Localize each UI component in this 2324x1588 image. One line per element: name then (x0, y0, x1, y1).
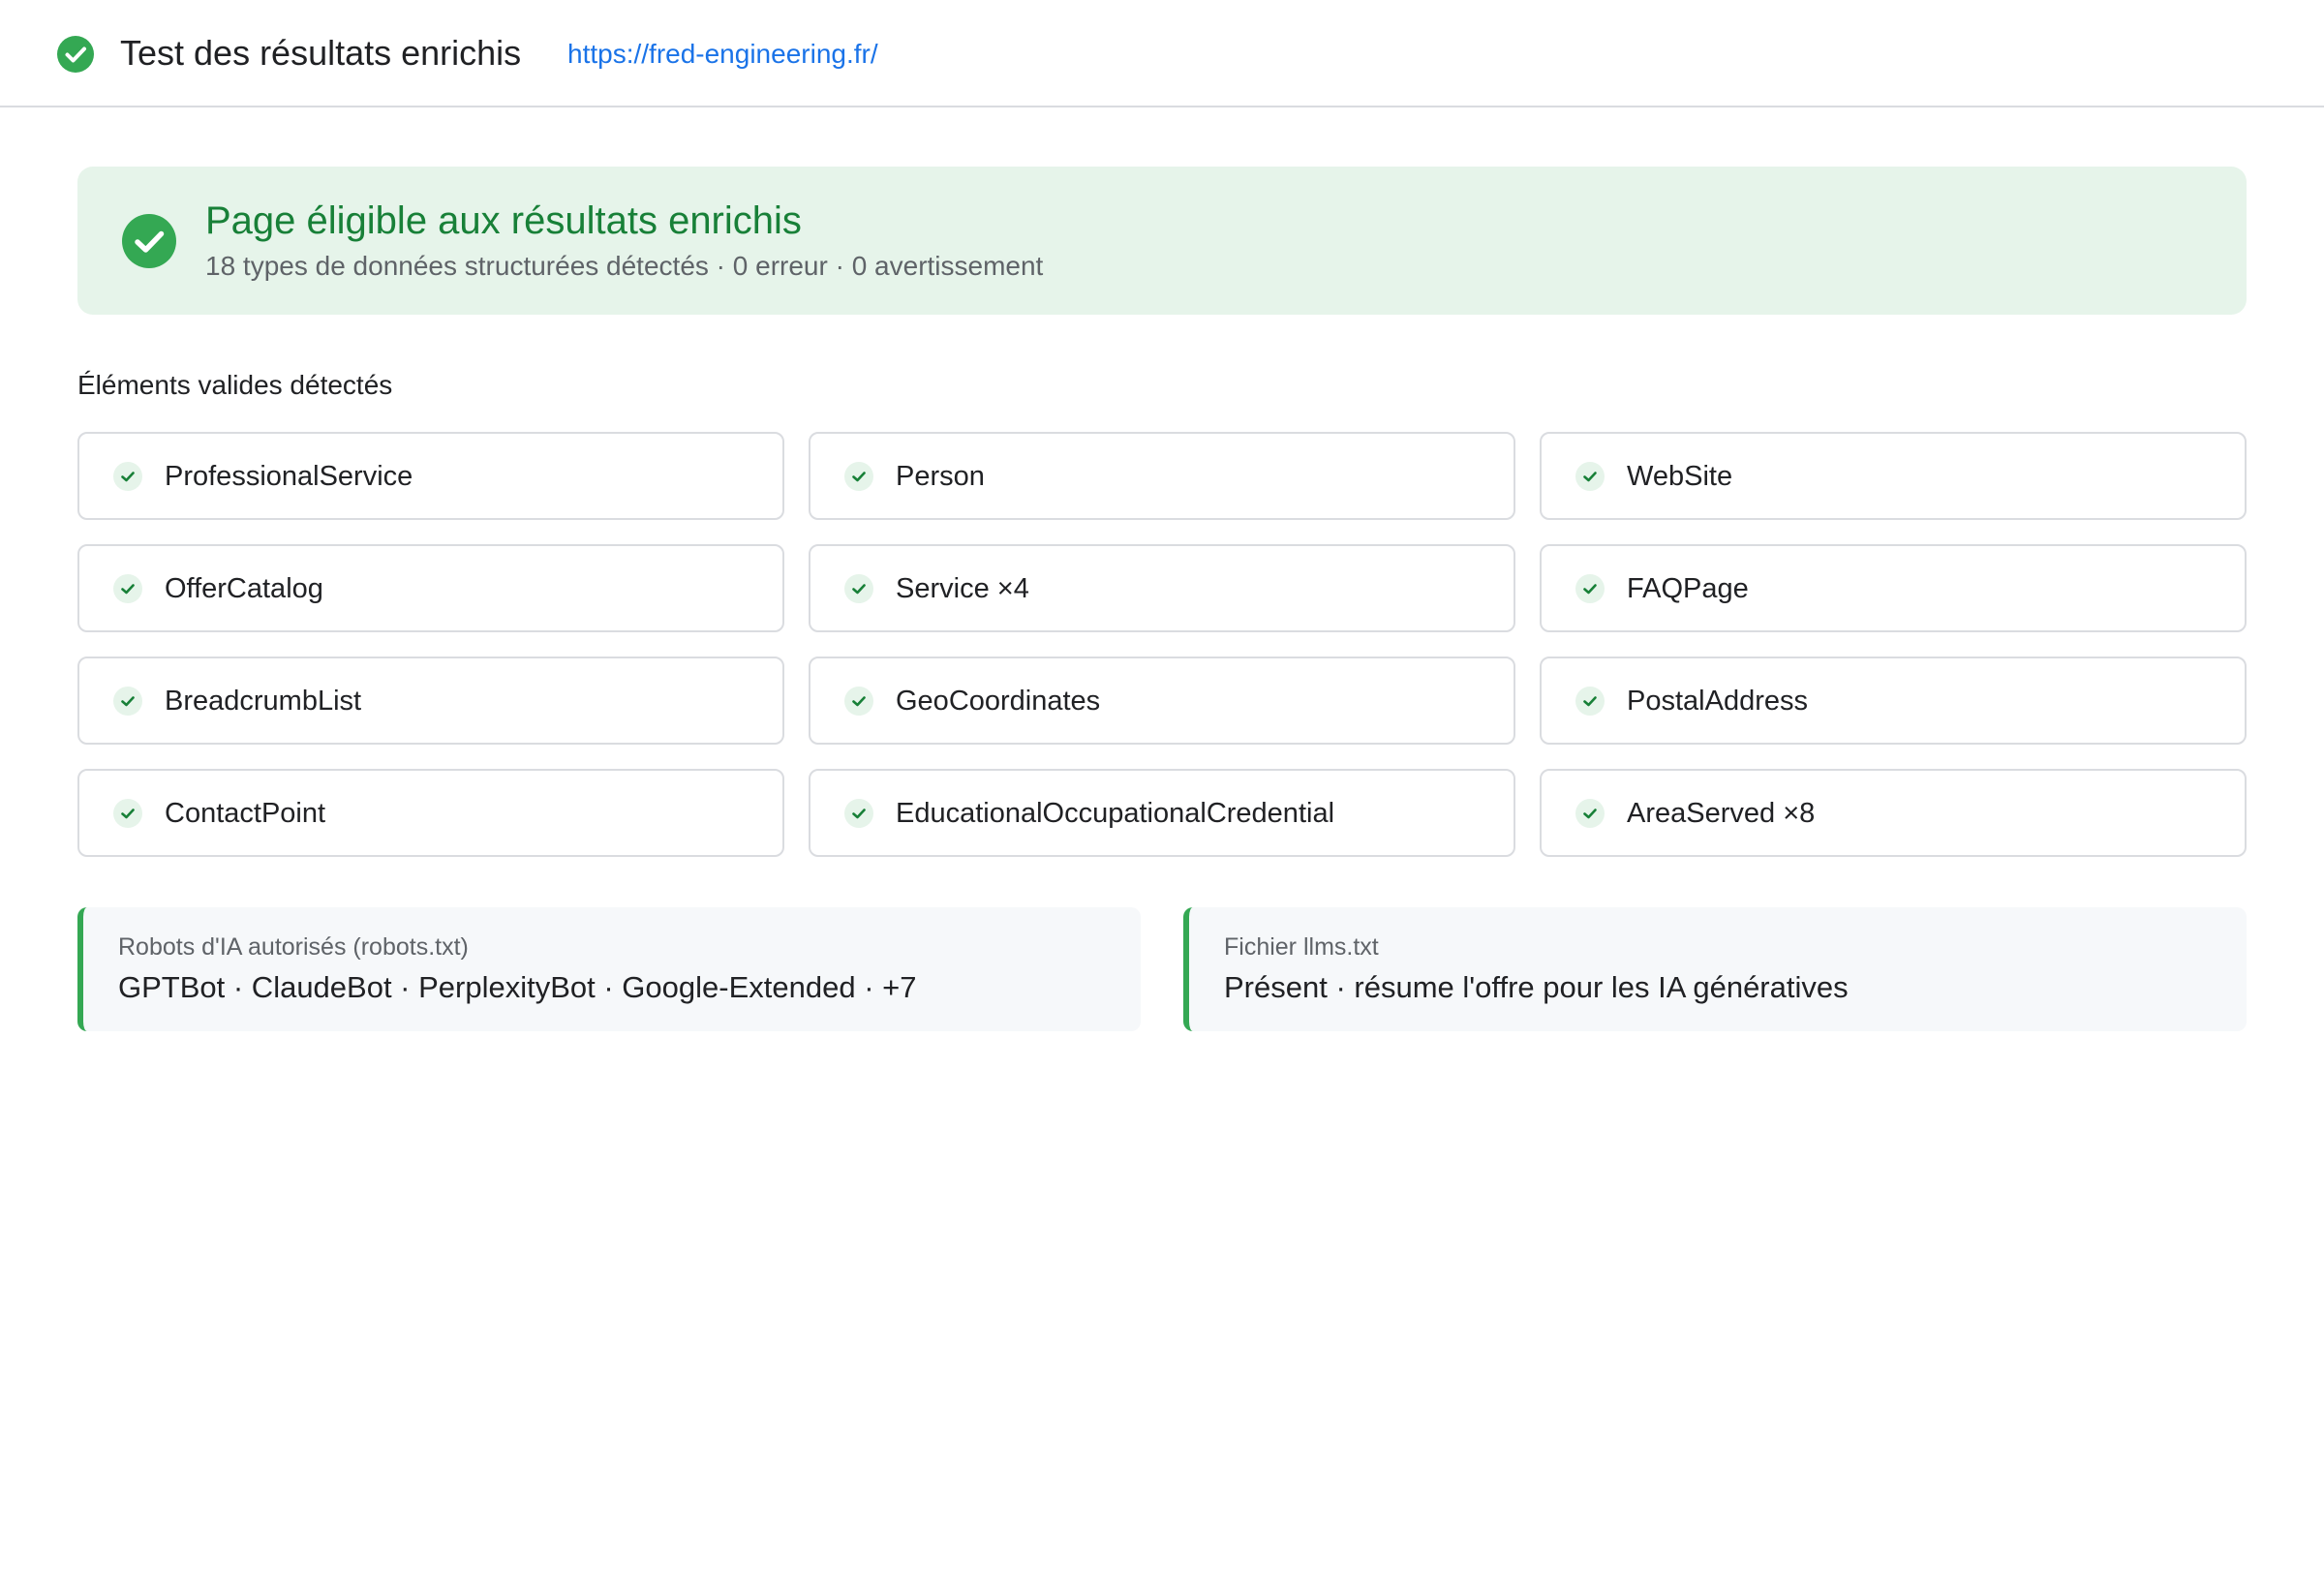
valid-item-label: EducationalOccupationalCredential (896, 798, 1335, 829)
valid-item-card[interactable]: ContactPoint (77, 769, 784, 857)
llms-card-label: Fichier llms.txt (1224, 933, 1379, 961)
check-icon (113, 462, 142, 491)
valid-item-label: OfferCatalog (165, 573, 323, 604)
page-title: Test des résultats enrichis (120, 33, 522, 73)
llms-card: Fichier llms.txt Présent · résume l'offr… (1183, 907, 2247, 1031)
robots-card: Robots d'IA autorisés (robots.txt) GPTBo… (77, 907, 1141, 1031)
check-icon (1575, 462, 1605, 491)
eligibility-title: Page éligible aux résultats enrichis (205, 199, 802, 242)
valid-item-card[interactable]: BreadcrumbList (77, 657, 784, 745)
check-icon (113, 687, 142, 716)
valid-item-label: ContactPoint (165, 798, 326, 829)
check-icon (844, 687, 873, 716)
valid-item-card[interactable]: Person (809, 432, 1515, 520)
check-circle-icon (57, 36, 94, 73)
valid-item-label: FAQPage (1627, 573, 1749, 604)
valid-items-heading: Éléments valides détectés (77, 370, 393, 400)
check-icon (1575, 574, 1605, 603)
valid-item-card[interactable]: OfferCatalog (77, 544, 784, 632)
robots-card-value: GPTBot · ClaudeBot · PerplexityBot · Goo… (118, 970, 917, 1004)
tested-url-link[interactable]: https://fred-engineering.fr/ (567, 37, 878, 72)
check-icon (844, 462, 873, 491)
valid-item-card[interactable]: PostalAddress (1540, 657, 2247, 745)
valid-item-card[interactable]: EducationalOccupationalCredential (809, 769, 1515, 857)
valid-items-grid: ProfessionalService Person WebSite OfferCat… (77, 432, 2247, 857)
eligibility-summary: 18 types de données structurées détectés… (205, 251, 1044, 281)
valid-item-label: ProfessionalService (165, 461, 413, 492)
top-bar: Test des résultats enrichis https://fred… (0, 0, 2324, 107)
llms-card-value: Présent · résume l'offre pour les IA gén… (1224, 970, 1849, 1004)
eligibility-banner: Page éligible aux résultats enrichis 18 … (77, 167, 2247, 315)
check-icon (1575, 687, 1605, 716)
valid-item-label: Service ×4 (896, 573, 1029, 604)
valid-item-label: WebSite (1627, 461, 1733, 492)
valid-item-label: BreadcrumbList (165, 686, 362, 717)
valid-item-label: AreaServed ×8 (1627, 798, 1816, 829)
valid-item-card[interactable]: WebSite (1540, 432, 2247, 520)
check-icon (844, 574, 873, 603)
check-icon (113, 574, 142, 603)
check-icon (844, 799, 873, 828)
check-icon (1575, 799, 1605, 828)
robots-card-label: Robots d'IA autorisés (robots.txt) (118, 933, 469, 961)
valid-item-card[interactable]: GeoCoordinates (809, 657, 1515, 745)
valid-item-card[interactable]: Service ×4 (809, 544, 1515, 632)
valid-item-label: Person (896, 461, 985, 492)
check-circle-icon (122, 214, 176, 268)
valid-item-label: GeoCoordinates (896, 686, 1101, 717)
valid-item-label: PostalAddress (1627, 686, 1808, 717)
valid-item-card[interactable]: AreaServed ×8 (1540, 769, 2247, 857)
valid-item-card[interactable]: FAQPage (1540, 544, 2247, 632)
valid-item-card[interactable]: ProfessionalService (77, 432, 784, 520)
check-icon (113, 799, 142, 828)
